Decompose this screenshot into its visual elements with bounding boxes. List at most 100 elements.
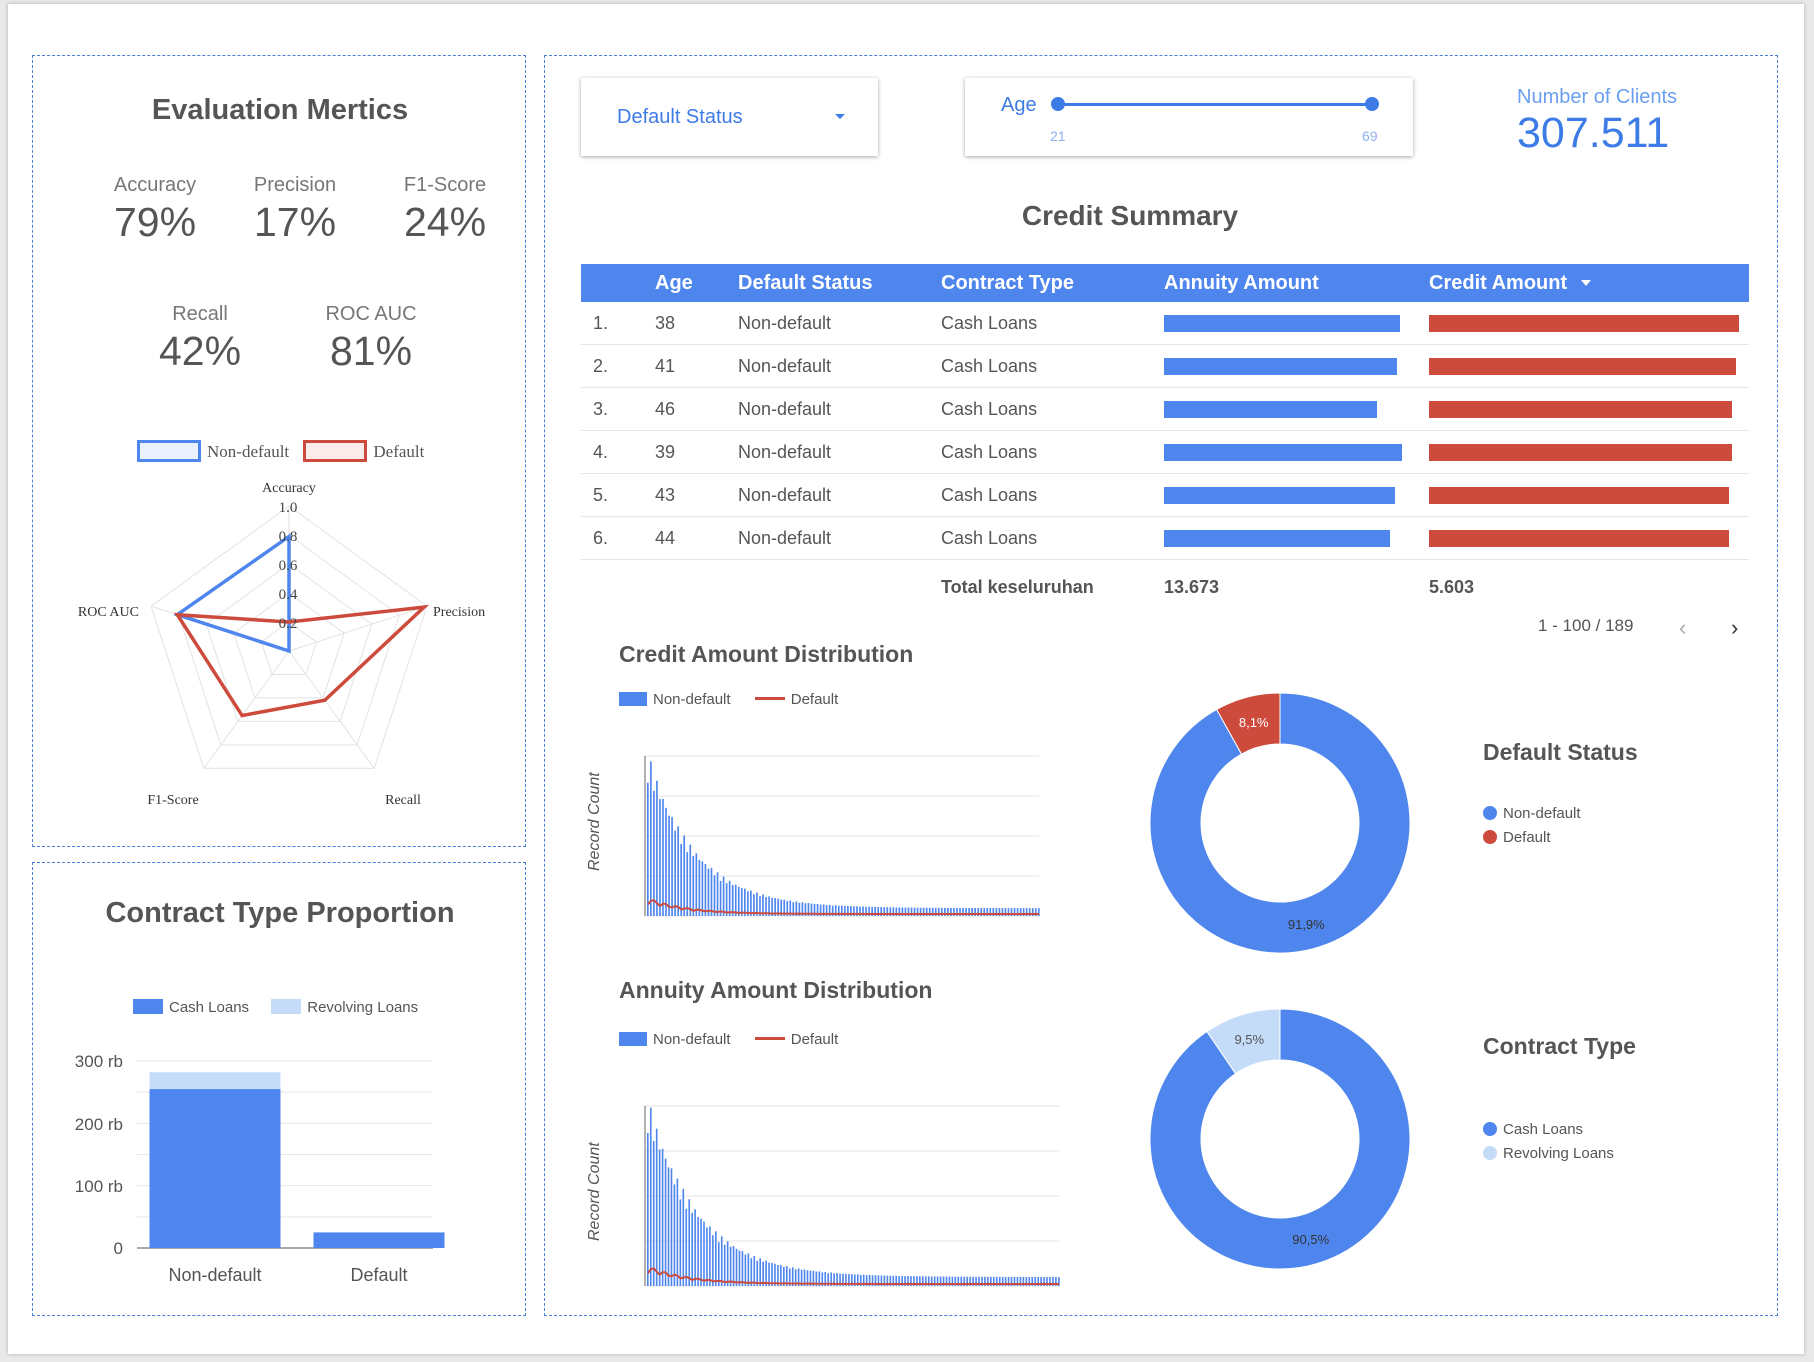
cell-default-status: Non-default [738, 302, 941, 345]
evaluation-metrics-panel: Evaluation Mertics Accuracy 79% Precisio… [32, 55, 526, 847]
histogram-bar [722, 876, 725, 916]
row-index: 1. [581, 302, 655, 345]
legend-swatch-default [754, 1037, 785, 1040]
table-header-credit-amount[interactable]: Credit Amount [1429, 264, 1749, 302]
donut-slice-label: 9,5% [1234, 1032, 1264, 1047]
cell-age: 44 [655, 516, 738, 560]
histogram-bar [673, 1184, 676, 1286]
cell-contract-type: Cash Loans [941, 302, 1164, 345]
slider-min-handle[interactable] [1051, 97, 1065, 111]
metric-label: Accuracy [113, 174, 197, 196]
slider-min-value: 21 [1050, 128, 1066, 144]
histogram-bar [747, 1253, 750, 1286]
radar-tick-label: 0.4 [279, 587, 298, 603]
legend-label-non-default: Non-default [653, 1031, 731, 1048]
total-label: Total keseluruhan [941, 576, 1094, 597]
default-status-donut-title: Default Status [1483, 739, 1638, 765]
cell-contract-type: Cash Loans [941, 473, 1164, 517]
radar-series-default [173, 604, 430, 718]
table-row[interactable]: 2. 41 Non-default Cash Loans [581, 344, 1749, 388]
default-status-donut-legend: Non-default Default [1483, 802, 1581, 850]
metric-f1-score: F1-Score 24% [375, 174, 515, 246]
histogram-bar [662, 798, 664, 916]
radar-axis-label: F1-Score [147, 793, 198, 806]
histogram-bar [656, 780, 658, 916]
dashboard-page: Evaluation Mertics Accuracy 79% Precisio… [8, 4, 1804, 1354]
annuity-bar [1164, 529, 1390, 547]
credit-bar [1429, 400, 1733, 418]
annuity-distribution-legend: Non-default Default [619, 1031, 838, 1048]
radar-legend: Non-default Default [137, 440, 424, 462]
radar-tick-label: 0.6 [279, 558, 298, 574]
credit-distribution-title: Credit Amount Distribution [619, 641, 914, 667]
cell-credit-amount [1429, 302, 1749, 345]
credit-bar [1429, 486, 1730, 504]
table-header-row: Age Default Status Contract Type Annuity… [581, 264, 1749, 302]
contract-type-proportion-panel: Contract Type Proportion Cash Loans Revo… [32, 862, 526, 1316]
radar-tick-label: 0.8 [279, 529, 298, 545]
histogram-bar [726, 1241, 729, 1286]
slider-track[interactable] [1058, 103, 1372, 106]
table-row[interactable]: 6. 44 Non-default Cash Loans [581, 516, 1749, 560]
histogram-bar [738, 1250, 741, 1286]
contract-type-donut-legend: Cash Loans Revolving Loans [1483, 1118, 1614, 1166]
table-row[interactable]: 5. 43 Non-default Cash Loans [581, 473, 1749, 517]
table-header-contract-type[interactable]: Contract Type [941, 264, 1164, 302]
panel-title: Contract Type Proportion [105, 897, 455, 929]
metric-roc-auc: ROC AUC 81% [301, 303, 441, 375]
histogram-bar [725, 883, 728, 916]
metric-label: Recall [172, 303, 228, 325]
legend-swatch-non-default [619, 692, 647, 706]
legend-dot-revolving-loans [1483, 1146, 1497, 1160]
legend-swatch-revolving-loans [271, 999, 302, 1014]
table-row[interactable]: 3. 46 Non-default Cash Loans [581, 387, 1749, 431]
histogram-bar [692, 855, 695, 916]
histogram-bar [732, 1246, 735, 1286]
legend-label-cash-loans: Cash Loans [169, 999, 250, 1016]
histogram-bar [706, 1227, 708, 1286]
cell-credit-amount [1429, 430, 1749, 474]
table-header-annuity-amount[interactable]: Annuity Amount [1164, 264, 1429, 302]
legend-label-default: Default [790, 1031, 839, 1048]
chevron-down-icon [835, 114, 845, 119]
metric-precision: Precision 17% [225, 174, 365, 246]
histogram-bar [682, 1188, 685, 1286]
default-status-dropdown[interactable]: Default Status [581, 78, 878, 156]
chevron-left-icon[interactable]: ‹ [1679, 617, 1686, 639]
credit-summary-table: Age Default Status Contract Type Annuity… [581, 264, 1749, 614]
table-row[interactable]: 4. 39 Non-default Cash Loans [581, 430, 1749, 474]
slider-max-handle[interactable] [1365, 97, 1379, 111]
metric-recall: Recall 42% [130, 303, 270, 375]
histogram-bar [652, 1140, 655, 1286]
cell-age: 39 [655, 430, 738, 474]
total-credit: 5.603 [1429, 576, 1475, 597]
row-index: 5. [581, 473, 655, 517]
contract-type-donut: 90,5% 9,5% [1149, 1008, 1411, 1270]
table-row[interactable]: 1. 38 Non-default Cash Loans [581, 302, 1749, 345]
histogram-bar [759, 1258, 761, 1286]
credit-bar [1429, 443, 1733, 461]
y-tick-label: 200 rb [75, 1115, 123, 1134]
histogram-bar [667, 1167, 670, 1286]
table-header-default-status[interactable]: Default Status [738, 264, 941, 302]
histogram-bar [661, 1148, 664, 1286]
table-header-age[interactable]: Age [655, 264, 738, 302]
chevron-right-icon[interactable]: › [1731, 617, 1738, 639]
histogram-bar [659, 799, 661, 916]
bar-legend: Cash Loans Revolving Loans [133, 999, 418, 1016]
credit-bar [1429, 529, 1730, 547]
histogram-bar [653, 790, 655, 916]
contract-type-donut-title: Contract Type [1483, 1033, 1636, 1059]
credit-summary-title: Credit Summary [1021, 200, 1239, 231]
cell-contract-type: Cash Loans [941, 516, 1164, 560]
cell-credit-amount [1429, 344, 1749, 388]
histogram-bar [735, 1248, 738, 1286]
cell-default-status: Non-default [738, 430, 941, 474]
histogram-bar [712, 1235, 714, 1286]
cell-credit-amount [1429, 473, 1749, 517]
legend-label-revolving-loans: Revolving Loans [307, 999, 419, 1016]
metric-label: Precision [253, 174, 337, 196]
annuity-bar [1164, 400, 1378, 418]
donut-slice-label: 90,5% [1292, 1232, 1329, 1247]
cell-annuity-amount [1164, 387, 1429, 431]
